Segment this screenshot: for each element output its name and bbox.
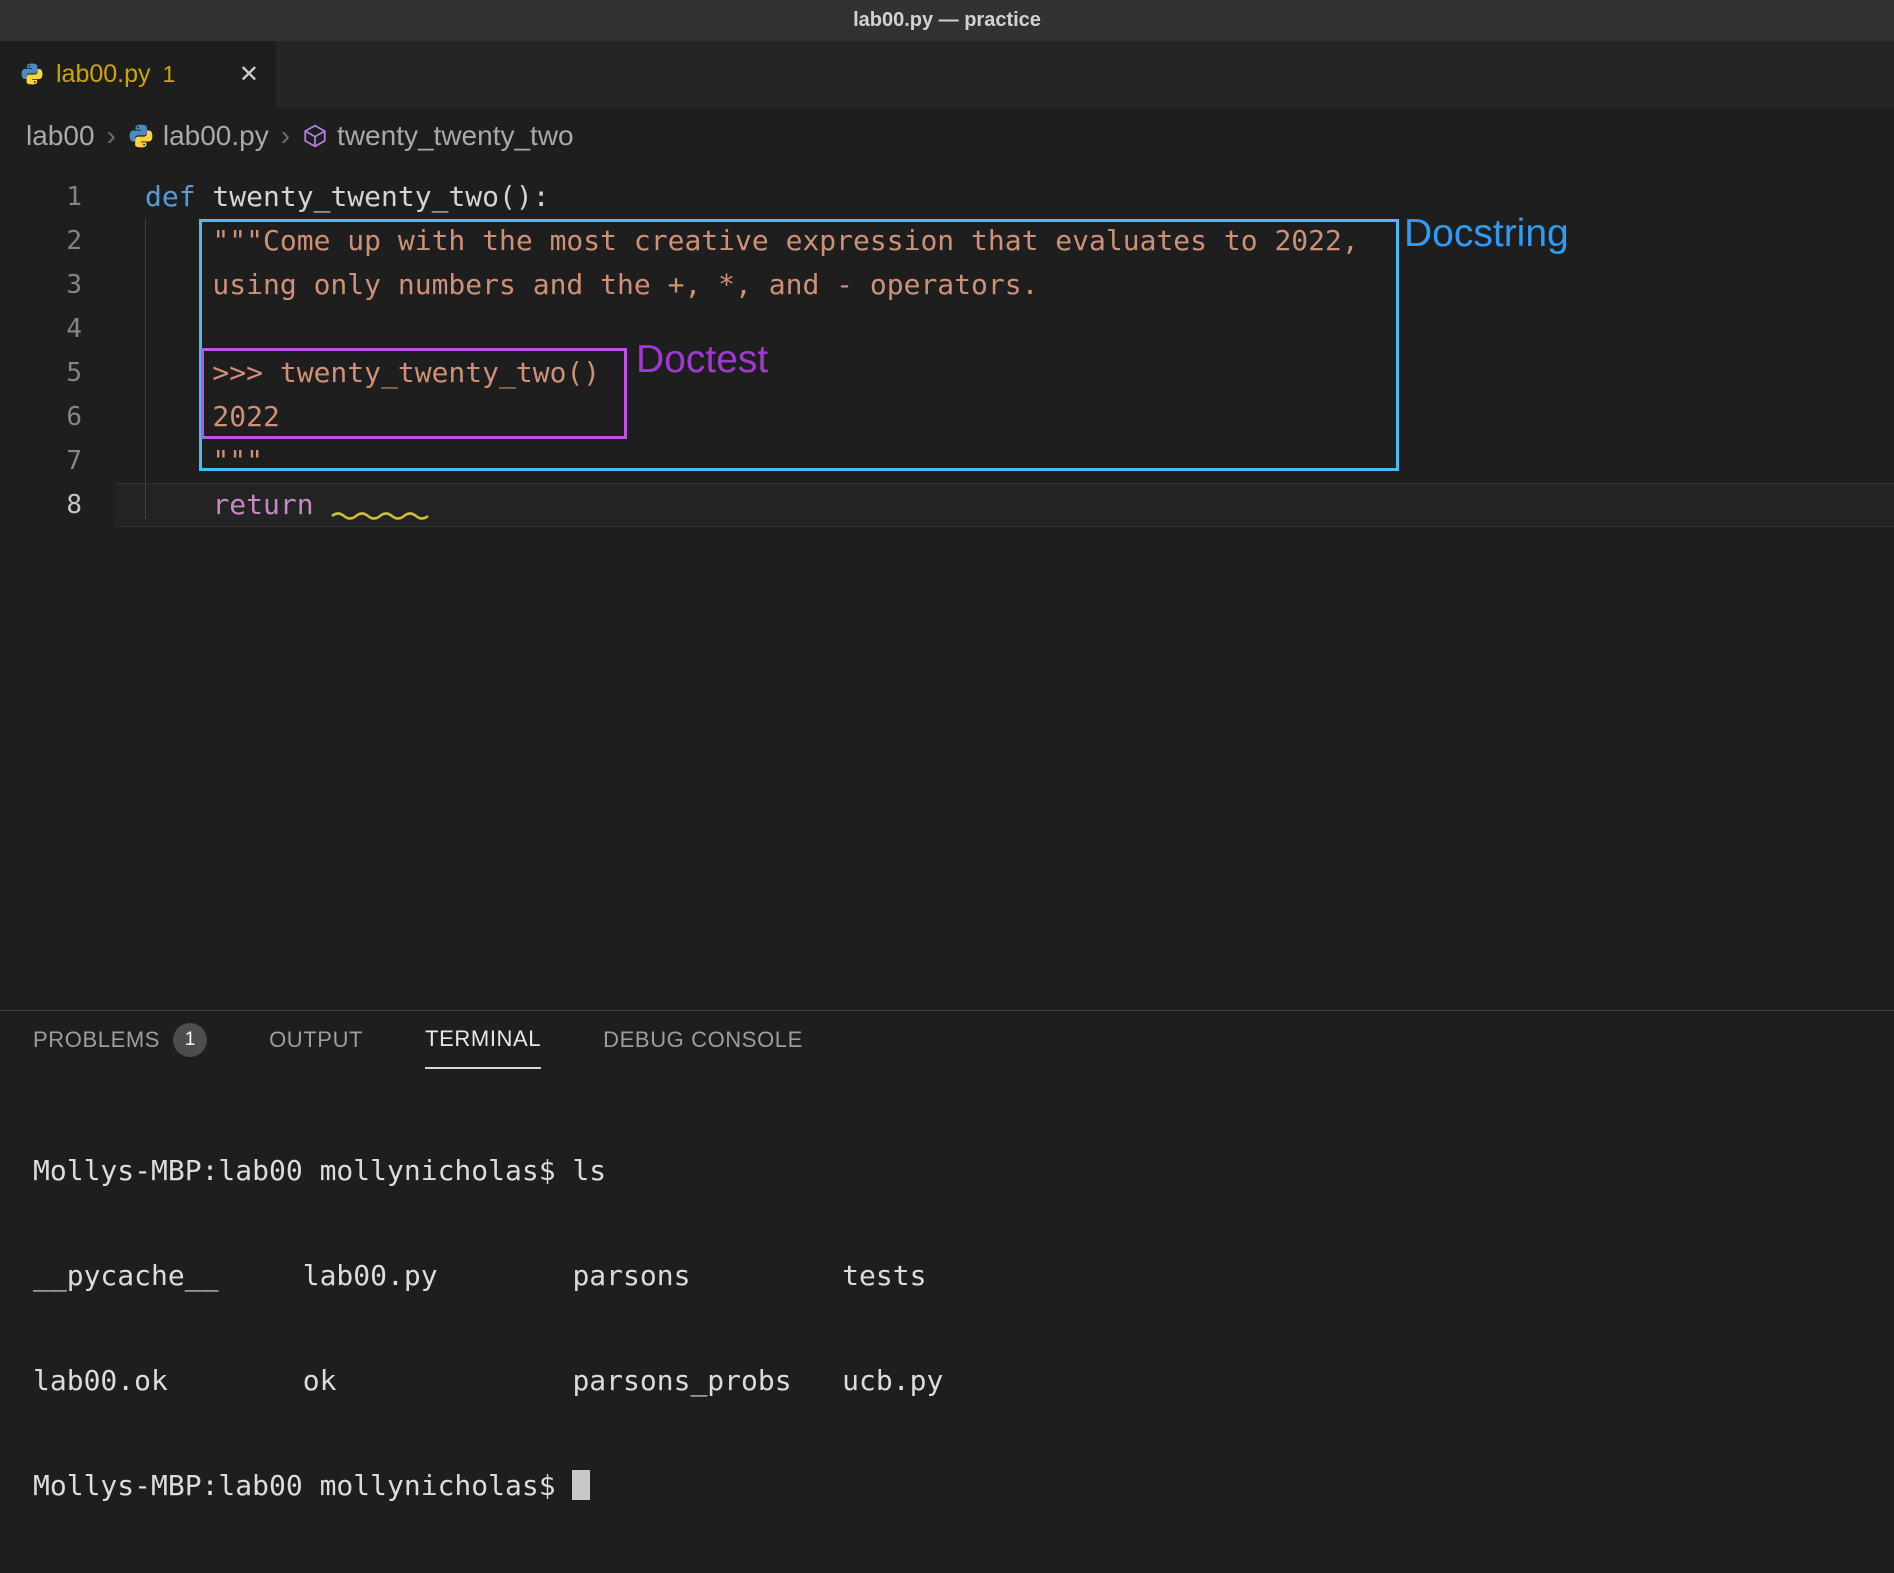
code-line[interactable]: 3 using only numbers and the +, *, and -… — [0, 263, 1894, 307]
breadcrumb-file[interactable]: lab00.py — [128, 120, 269, 152]
terminal-line: Mollys-MBP:lab00 mollynicholas$ ls — [33, 1153, 1894, 1188]
code-line[interactable]: 2 """Come up with the most creative expr… — [0, 219, 1894, 263]
tab-output[interactable]: OUTPUT — [269, 1011, 363, 1069]
warning-squiggle-icon — [331, 483, 431, 527]
tab-filename: lab00.py — [56, 60, 151, 89]
line-number: 5 — [0, 351, 82, 395]
chevron-right-icon: › — [281, 120, 290, 152]
bottom-panel: PROBLEMS 1 OUTPUT TERMINAL DEBUG CONSOLE… — [0, 1010, 1894, 1304]
line-number: 3 — [0, 263, 82, 307]
terminal-line: lab00.ok ok parsons_probs ucb.py — [33, 1363, 1894, 1398]
code-line[interactable]: 5 >>> twenty_twenty_two() — [0, 351, 1894, 395]
code-editor[interactable]: 1 def twenty_twenty_two(): 2 """Come up … — [0, 165, 1894, 1010]
line-number: 8 — [0, 483, 82, 527]
tab-debug-console[interactable]: DEBUG CONSOLE — [603, 1011, 803, 1069]
tab-lab00py[interactable]: lab00.py 1 ✕ — [0, 41, 278, 107]
line-number: 6 — [0, 395, 82, 439]
line-number: 7 — [0, 439, 82, 483]
window-titlebar: lab00.py — practice — [0, 0, 1894, 41]
breadcrumb-folder[interactable]: lab00 — [26, 120, 95, 152]
panel-tab-bar: PROBLEMS 1 OUTPUT TERMINAL DEBUG CONSOLE — [0, 1011, 1894, 1069]
problems-count-badge: 1 — [173, 1023, 207, 1057]
line-number: 4 — [0, 307, 82, 351]
window-title: lab00.py — practice — [853, 9, 1041, 32]
terminal-output[interactable]: Mollys-MBP:lab00 mollynicholas$ ls __pyc… — [33, 1083, 1894, 1573]
code-line[interactable]: 1 def twenty_twenty_two(): — [0, 175, 1894, 219]
code-line[interactable]: 4 — [0, 307, 1894, 351]
close-icon[interactable]: ✕ — [239, 60, 259, 89]
terminal-prompt-line: Mollys-MBP:lab00 mollynicholas$ — [33, 1468, 1894, 1503]
breadcrumb: lab00 › lab00.py › twenty_twenty_two — [0, 107, 1894, 165]
tab-problems[interactable]: PROBLEMS 1 — [33, 1011, 207, 1069]
editor-tab-strip: lab00.py 1 ✕ — [0, 41, 1894, 107]
terminal-cursor — [572, 1470, 590, 1500]
code-line[interactable]: 6 2022 — [0, 395, 1894, 439]
symbol-namespace-icon — [302, 123, 328, 149]
line-number: 2 — [0, 219, 82, 263]
line-number: 1 — [0, 175, 82, 219]
python-icon — [128, 123, 154, 149]
python-icon — [20, 62, 44, 86]
tab-terminal[interactable]: TERMINAL — [425, 1011, 541, 1069]
terminal-line: __pycache__ lab00.py parsons tests — [33, 1258, 1894, 1293]
chevron-right-icon: › — [107, 120, 116, 152]
terminal-prompt: Mollys-MBP:lab00 mollynicholas$ — [33, 1469, 572, 1502]
code-line-current[interactable]: 8 return — [0, 483, 1894, 527]
code-line[interactable]: 7 """ — [0, 439, 1894, 483]
tab-problem-count: 1 — [163, 61, 176, 88]
breadcrumb-symbol[interactable]: twenty_twenty_two — [302, 120, 574, 152]
